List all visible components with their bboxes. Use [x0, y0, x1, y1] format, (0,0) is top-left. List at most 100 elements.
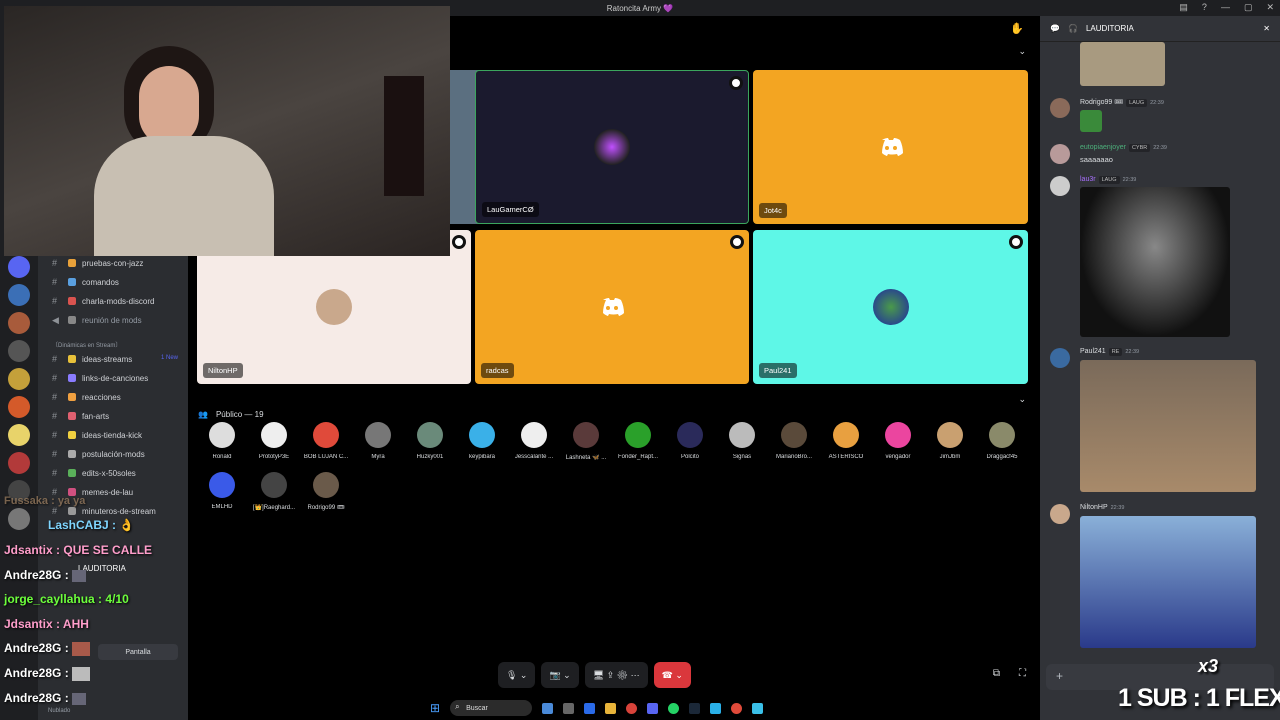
channel-item[interactable]: ◀ reunión de mods	[52, 313, 142, 327]
audience-member[interactable]: BOB LUJAN C...	[300, 422, 352, 460]
app-icon[interactable]	[584, 702, 596, 714]
fullscreen-icon[interactable]: ⛶	[1019, 668, 1026, 679]
chevron-down-icon[interactable]: ⌄	[1018, 46, 1026, 57]
app-icon[interactable]	[563, 702, 575, 714]
windows-start-icon[interactable]: ⊞	[430, 701, 440, 715]
channel-item[interactable]: # fan-arts	[52, 409, 109, 423]
audience-member[interactable]: vengador	[872, 422, 924, 460]
chevron-down-icon[interactable]: ⌄	[1018, 394, 1026, 405]
audience-member[interactable]: Jesscalante ...	[508, 422, 560, 460]
audience-member[interactable]: ASTERISCO	[820, 422, 872, 460]
audience-member[interactable]: Myra	[352, 422, 404, 460]
server-icon[interactable]	[8, 256, 30, 278]
popout-icon[interactable]: ⧉	[993, 668, 1000, 679]
message-author[interactable]: Rodrigo99 🎟 LAUG 22:39	[1080, 98, 1164, 107]
channel-item[interactable]: # ideas-tienda-kick	[52, 428, 142, 442]
camera-button[interactable]: 📷 ⌄	[541, 662, 579, 688]
app-icon[interactable]	[710, 702, 722, 714]
avatar[interactable]	[1050, 348, 1070, 368]
message-image[interactable]	[1080, 516, 1256, 648]
popout-icon[interactable]	[730, 235, 744, 249]
channel-item[interactable]: # reacciones	[52, 390, 121, 404]
avatar[interactable]	[1050, 144, 1070, 164]
share-screen-button[interactable]: 🖥 ⇪ ⚙ ⋯	[584, 662, 648, 688]
audience-member[interactable]: Huzky001	[404, 422, 456, 460]
whatsapp-icon[interactable]	[668, 702, 680, 714]
audience-member[interactable]: Signas	[716, 422, 768, 460]
steam-icon[interactable]	[689, 702, 701, 714]
message-author[interactable]: Paul241 RE 22:39	[1080, 348, 1139, 356]
server-icon[interactable]	[8, 340, 30, 362]
mute-button[interactable]: 🎙 ⌄	[498, 662, 536, 688]
app-icon[interactable]	[731, 702, 743, 714]
message-author[interactable]: NiltonHP 22:39	[1080, 504, 1124, 511]
app-icon[interactable]	[542, 702, 554, 714]
channel-item[interactable]: # ideas-streams	[52, 352, 132, 366]
server-icon[interactable]	[8, 508, 30, 530]
server-icon[interactable]	[8, 284, 30, 306]
close-icon[interactable]: ✕	[1263, 24, 1270, 33]
channel-item[interactable]: # postulación-mods	[52, 447, 145, 461]
server-icon[interactable]	[8, 424, 30, 446]
disconnect-button[interactable]: ☎ ⌄	[653, 662, 691, 688]
discord-icon[interactable]	[647, 702, 659, 714]
server-icon[interactable]	[8, 452, 30, 474]
audience-member[interactable]: [👑]Raeghard...	[248, 472, 300, 511]
server-icon[interactable]	[8, 312, 30, 334]
audience-member[interactable]: Polcito	[664, 422, 716, 460]
avatar	[625, 422, 651, 448]
channel-label: reacciones	[82, 392, 121, 402]
channel-item[interactable]: # charla-mods-discord	[52, 294, 154, 308]
audience-name: PrototyP3E	[258, 454, 290, 460]
minimize-button[interactable]: —	[1221, 2, 1230, 13]
message-author[interactable]: lau3r LAUG 22:39	[1080, 176, 1136, 184]
sticker-image[interactable]	[1080, 110, 1102, 132]
stage-tile[interactable]: Paul241	[753, 230, 1028, 384]
help-icon[interactable]: ?	[1202, 2, 1207, 13]
message-author[interactable]: eutopiaenjoyer CYBR 22:39	[1080, 144, 1167, 152]
message-image[interactable]	[1080, 42, 1165, 86]
audience-header[interactable]: 👥 Público — 19	[198, 410, 264, 419]
stage-tile[interactable]: Jot4c	[753, 70, 1028, 224]
server-icon[interactable]	[8, 396, 30, 418]
inbox-icon[interactable]: ▤	[1179, 2, 1188, 13]
emoji-icon	[68, 316, 76, 324]
category-label[interactable]: 〔Dinámicas en Stream〕	[52, 340, 121, 349]
message-image[interactable]	[1080, 360, 1256, 492]
audience-member[interactable]: PrototyP3E	[248, 422, 300, 460]
audience-member[interactable]: MarianoBro...	[768, 422, 820, 460]
raise-hand-icon[interactable]: ✋	[1010, 22, 1024, 35]
popout-icon[interactable]	[729, 76, 743, 90]
search-icon: ⌕	[455, 702, 460, 711]
taskbar-search[interactable]: ⌕ Buscar	[450, 700, 533, 716]
screen-share-button[interactable]: Pantalla	[98, 644, 178, 660]
browser-icon[interactable]	[626, 702, 638, 714]
audience-member[interactable]: keypibara	[456, 422, 508, 460]
chat-user: Jdsantix	[4, 543, 53, 557]
audience-member[interactable]: Ronald	[196, 422, 248, 460]
popout-icon[interactable]	[452, 235, 466, 249]
maximize-button[interactable]: ▢	[1244, 2, 1253, 13]
channel-item[interactable]: # comandos	[52, 275, 119, 289]
stage-tile[interactable]: LauGamerCØ	[475, 70, 749, 224]
channel-item[interactable]: # links-de-canciones	[52, 371, 148, 385]
audience-member[interactable]: Lashneta 🦋 ...	[560, 422, 612, 461]
audience-member[interactable]: Rodrigo99 🎟	[300, 472, 352, 511]
audience-member[interactable]: EMLHD	[196, 472, 248, 510]
stage-tile[interactable]: radcas	[475, 230, 749, 384]
message-image[interactable]	[1080, 187, 1230, 337]
server-icon[interactable]	[8, 368, 30, 390]
app-icon[interactable]	[752, 702, 764, 714]
close-button[interactable]: ✕	[1266, 2, 1274, 13]
audience-member[interactable]: Fonder_Rapt...	[612, 422, 664, 460]
popout-icon[interactable]	[1009, 235, 1023, 249]
avatar[interactable]	[1050, 176, 1070, 196]
avatar[interactable]	[1050, 504, 1070, 524]
channel-item[interactable]: # edits-x-50soles	[52, 466, 136, 480]
folder-icon[interactable]	[605, 702, 617, 714]
audience-member[interactable]: JimJbm	[924, 422, 976, 460]
add-icon[interactable]: +	[1056, 669, 1063, 683]
audience-member[interactable]: Draggacf45	[976, 422, 1028, 460]
avatar[interactable]	[1050, 98, 1070, 118]
channel-item[interactable]: # pruebas-con-jazz	[52, 256, 143, 270]
